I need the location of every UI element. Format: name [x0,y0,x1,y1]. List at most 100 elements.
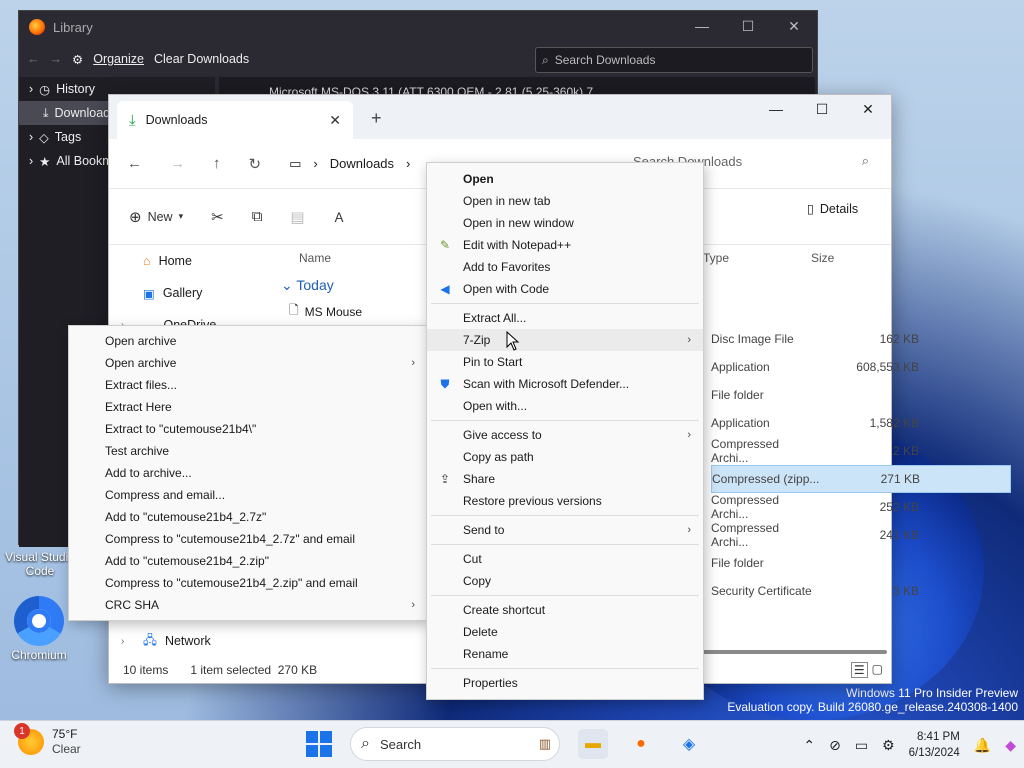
clock[interactable]: 8:41 PM 6/13/2024 [909,729,960,761]
forward-icon[interactable]: → [170,155,185,172]
display-icon[interactable]: ▭ [855,737,868,754]
menu-item[interactable]: Open in new window [427,212,703,234]
up-icon[interactable]: ↑ [213,155,221,172]
menu-item[interactable]: Extract All... [427,307,703,329]
start-button[interactable] [306,731,332,757]
new-tab-icon[interactable]: + [371,108,382,129]
nav-item-network[interactable]: › 🖧 Network [109,625,259,657]
breadcrumb-downloads[interactable]: Downloads [330,156,394,171]
menu-item[interactable]: Add to Favorites [427,256,703,278]
menu-item[interactable]: Send to › [427,519,703,541]
tiles-view-icon[interactable]: ▢ [872,662,883,678]
cut-icon[interactable]: ✂ [211,208,224,226]
paste-icon[interactable]: ▤ [290,208,304,226]
menu-item[interactable]: Compress and email... [69,484,427,506]
table-row[interactable]: Security Certificate 3 KB [711,577,1011,605]
tab-downloads[interactable]: ⤓ Downloads ✕ [117,101,353,139]
rename-icon[interactable]: Ａ [333,207,346,226]
menu-item[interactable]: 7-Zip › [427,329,703,351]
library-search-input[interactable]: ⌕ Search Downloads [535,47,813,73]
details-button[interactable]: ▯ Details [807,201,858,217]
menu-item[interactable]: ⇪ Share [427,468,703,490]
column-type[interactable]: Type [703,251,729,265]
menu-item[interactable]: Copy [427,570,703,592]
menu-item[interactable]: Give access to › [427,424,703,446]
menu-item[interactable]: Copy as path [427,446,703,468]
table-row[interactable]: Application 1,582 KB [711,409,1011,437]
minimize-icon[interactable]: — [753,95,799,123]
menu-item[interactable]: Add to "cutemouse21b4_2.zip" [69,550,427,572]
table-row[interactable]: Compressed Archi... 252 KB [711,493,1011,521]
menu-item[interactable]: Open [427,168,703,190]
menu-item[interactable]: ⛊ Scan with Microsoft Defender... [427,373,703,395]
menu-item[interactable]: Delete [427,621,703,643]
minimize-icon[interactable]: — [679,11,725,41]
file-type: Application [711,360,770,374]
menu-item[interactable]: Test archive [69,440,427,462]
view-toggle[interactable]: ☰ ▢ [850,662,883,678]
firefox-icon[interactable]: ● [626,729,656,759]
close-icon[interactable]: ✕ [845,95,891,123]
menu-item[interactable]: Open in new tab [427,190,703,212]
maximize-icon[interactable]: ☐ [799,95,845,123]
weather-widget[interactable]: 1 75°F Clear [14,723,81,757]
table-row[interactable]: File folder [711,381,1011,409]
menu-item[interactable]: Open archive › [69,352,427,374]
maximize-icon[interactable]: ☐ [725,11,771,41]
menu-item[interactable]: ◀ Open with Code [427,278,703,300]
organize-button[interactable]: Organize [93,52,144,66]
menu-item[interactable]: Properties [427,672,703,694]
menu-item[interactable]: Rename [427,643,703,665]
desktop-label-chromium[interactable]: Chromium [4,648,74,662]
menu-item[interactable]: Add to "cutemouse21b4_2.7z" [69,506,427,528]
table-row[interactable]: Disc Image File 162 KB [711,325,1011,353]
copilot-icon[interactable]: ◆ [1005,737,1016,754]
taskbar-search[interactable]: ⌕ Search ▥ [350,727,560,761]
chromium-icon[interactable] [14,596,64,646]
menu-item[interactable]: Add to archive... [69,462,427,484]
copy-icon[interactable]: ⧉ [252,208,263,225]
menu-item[interactable]: Extract Here [69,396,427,418]
details-view-icon[interactable]: ☰ [850,662,868,678]
notification-bell-icon[interactable]: 🔔 [974,737,991,754]
list-item[interactable]: 🗋 MS Mouse [289,301,362,322]
close-icon[interactable]: ✕ [771,11,817,41]
menu-item[interactable]: Compress to "cutemouse21b4_2.7z" and ema… [69,528,427,550]
file-explorer-icon[interactable]: ▬ [578,729,608,759]
virtualbox-icon[interactable]: ◈ [674,729,704,759]
column-name[interactable]: Name [299,251,331,265]
gear-icon[interactable]: ⚙ [72,52,83,67]
menu-item[interactable]: Compress to "cutemouse21b4_2.zip" and em… [69,572,427,594]
column-size[interactable]: Size [811,251,834,265]
nav-item-home[interactable]: ⌂ Home [109,245,259,277]
clear-downloads-button[interactable]: Clear Downloads [154,52,249,66]
forward-icon[interactable]: → [50,52,63,66]
desktop-label-vscode[interactable]: Visual Studio Code [2,550,78,578]
new-button[interactable]: ⊕ New ▾ [129,208,183,226]
menu-item[interactable]: Open with... [427,395,703,417]
menu-item[interactable]: Open archive [69,330,427,352]
menu-item[interactable]: Extract files... [69,374,427,396]
menu-item[interactable]: CRC SHA › [69,594,427,616]
menu-item[interactable]: Pin to Start [427,351,703,373]
refresh-icon[interactable]: ↻ [249,155,262,173]
chevron-up-icon[interactable]: ⌃ [803,737,815,754]
menu-item[interactable]: Cut [427,548,703,570]
close-tab-icon[interactable]: ✕ [329,112,341,129]
menu-item[interactable]: Restore previous versions [427,490,703,512]
table-row[interactable]: Compressed Archi... 241 KB [711,521,1011,549]
menu-item[interactable]: Create shortcut [427,599,703,621]
menu-item[interactable]: Extract to "cutemouse21b4\" [69,418,427,440]
menu-item[interactable]: ✎ Edit with Notepad++ [427,234,703,256]
back-icon[interactable]: ← [127,155,142,172]
network-off-icon[interactable]: ⊘ [829,737,841,754]
back-icon[interactable]: ← [27,52,40,66]
table-row[interactable]: Compressed (zipp... 271 KB [711,465,1011,493]
table-row[interactable]: File folder [711,549,1011,577]
settings-icon[interactable]: ⚙ [882,737,895,754]
table-row[interactable]: Application 608,553 KB [711,353,1011,381]
file-type: Application [711,416,770,430]
table-row[interactable]: Compressed Archi... 2 KB [711,437,1011,465]
breadcrumb[interactable]: ▭ › Downloads › [289,156,410,172]
nav-item-gallery[interactable]: ▣ Gallery [109,277,259,309]
